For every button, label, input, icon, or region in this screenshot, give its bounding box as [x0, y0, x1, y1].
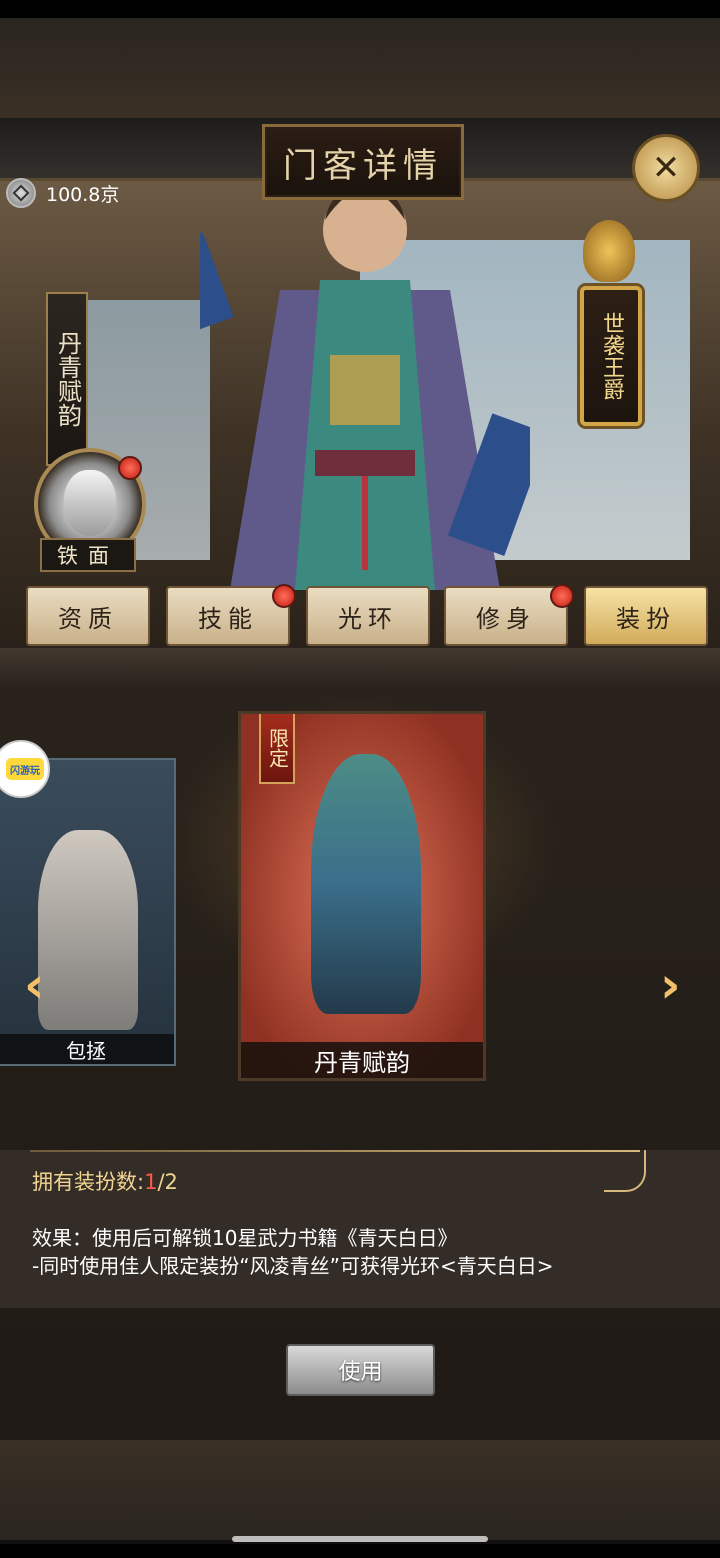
tab-cultivation[interactable]: 修身 [444, 584, 574, 646]
owned-label: 拥有装扮数: [32, 1170, 145, 1194]
costume-card-selected[interactable]: 限定 丹青赋韵 [238, 711, 486, 1081]
costume-card-left[interactable]: 包拯 [0, 758, 176, 1066]
costume-name-banner: 丹青赋韵 [46, 292, 88, 466]
bottom-ornament-band [0, 1440, 720, 1540]
top-ornament-band [0, 18, 720, 118]
tab-aura[interactable]: 光环 [306, 586, 430, 646]
owned-count-value: 1 [144, 1170, 158, 1194]
chevron-left-icon[interactable]: ‹ [24, 960, 64, 1010]
limited-tag: 限定 [259, 714, 295, 784]
owned-count: 拥有装扮数:1/2 [32, 1166, 178, 1196]
currency-value: 100.8京 [46, 183, 120, 206]
costume-name-text: 丹青赋韵 [53, 331, 82, 427]
mask-icon [64, 470, 116, 536]
panel-top-stripe [0, 648, 720, 688]
rank-badge[interactable]: 世袭王爵 [580, 286, 642, 426]
divider-line [30, 1150, 640, 1152]
tab-label: 光环 [338, 604, 398, 633]
tab-label: 资质 [58, 604, 118, 633]
effect-line-2: -同时使用佳人限定装扮“风凌青丝”可获得光环<青天白日> [32, 1254, 554, 1278]
costume-card-name: 丹青赋韵 [241, 1042, 483, 1078]
effect-description: 效果：使用后可解锁10星武力书籍《青天白日》 -同时使用佳人限定装扮“风凌青丝”… [32, 1224, 553, 1280]
tab-skills[interactable]: 技能 [166, 584, 296, 646]
close-button[interactable]: ✕ [632, 134, 700, 202]
page-title: 门客详情 [262, 124, 464, 200]
limited-tag-text: 限定 [265, 728, 290, 768]
character-portrait [311, 754, 421, 1014]
effect-line-1: 效果：使用后可解锁10星武力书籍《青天白日》 [32, 1226, 458, 1250]
mask-label: 铁面 [40, 538, 136, 572]
costume-card-name: 包拯 [0, 1034, 174, 1064]
tab-bar: 资质 技能 光环 修身 装扮 [22, 584, 708, 648]
hero-figure [200, 180, 530, 590]
tab-label: 装扮 [616, 604, 676, 633]
divider-ornament [604, 1150, 646, 1192]
currency-display: 100.8京 [6, 176, 119, 210]
notification-dot [118, 456, 142, 480]
chevron-right-icon[interactable]: › [660, 960, 700, 1010]
app-badge-icon: 闪游玩 [6, 758, 44, 780]
notification-dot [272, 584, 296, 608]
status-bar [0, 0, 720, 18]
dragon-ornament-icon [583, 220, 635, 282]
tab-costume[interactable]: 装扮 [584, 586, 708, 646]
use-button[interactable]: 使用 [286, 1344, 435, 1396]
tab-aptitude[interactable]: 资质 [26, 586, 150, 646]
notification-dot [550, 584, 574, 608]
tab-label: 修身 [476, 604, 536, 633]
coin-icon [6, 178, 36, 208]
owned-total: /2 [157, 1170, 178, 1194]
tab-label: 技能 [198, 604, 258, 633]
rank-badge-text: 世袭王爵 [599, 312, 624, 400]
home-indicator[interactable] [232, 1536, 488, 1542]
nav-area [0, 1544, 720, 1558]
